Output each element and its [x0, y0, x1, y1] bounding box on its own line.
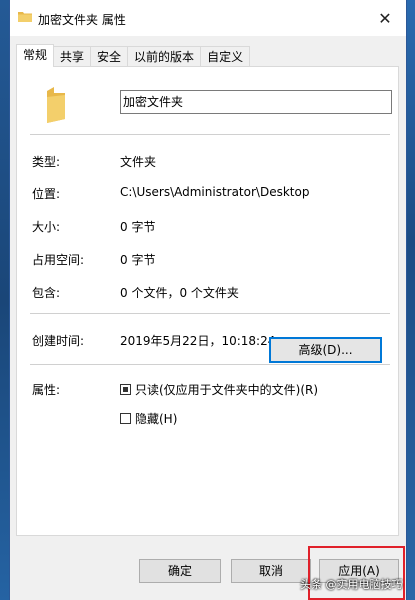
advanced-button[interactable]: 高级(D)... — [269, 337, 382, 363]
divider — [30, 134, 390, 135]
ok-button[interactable]: 确定 — [139, 559, 221, 583]
divider — [30, 313, 390, 314]
disk-size-label: 占用空间: — [32, 253, 85, 267]
location-label: 位置: — [32, 187, 61, 201]
window-title: 加密文件夹 属性 — [38, 13, 126, 27]
tab-customize[interactable]: 自定义 — [200, 46, 251, 66]
hidden-checkbox[interactable] — [120, 413, 131, 424]
close-button[interactable]: ✕ — [370, 4, 400, 32]
type-value: 文件夹 — [120, 155, 157, 169]
readonly-label[interactable]: 只读(仅应用于文件夹中的文件)(R) — [135, 381, 318, 398]
large-folder-icon — [47, 87, 65, 123]
folder-icon — [18, 12, 32, 22]
location-value: C:\Users\Administrator\Desktop — [120, 185, 310, 199]
attributes-label: 属性: — [32, 383, 61, 397]
type-label: 类型: — [32, 155, 61, 169]
tab-security[interactable]: 安全 — [90, 46, 129, 66]
watermark-text: 头条 @实用电脑技巧 — [300, 578, 403, 591]
hidden-label[interactable]: 隐藏(H) — [135, 410, 177, 427]
tab-previous-versions[interactable]: 以前的版本 — [127, 46, 202, 66]
close-icon: ✕ — [378, 8, 392, 28]
desktop-background-left — [0, 0, 9, 600]
tab-strip: 常规 共享 安全 以前的版本 自定义 — [16, 44, 251, 67]
readonly-checkbox[interactable] — [120, 384, 131, 395]
cancel-button[interactable]: 取消 — [231, 559, 311, 583]
created-label: 创建时间: — [32, 334, 85, 348]
folder-name-input[interactable]: 加密文件夹 — [120, 90, 392, 114]
tab-sharing[interactable]: 共享 — [53, 46, 92, 66]
general-panel: 加密文件夹 类型: 文件夹 位置: C:\Users\Administrator… — [16, 66, 399, 536]
contains-label: 包含: — [32, 286, 61, 300]
contains-value: 0 个文件，0 个文件夹 — [120, 286, 239, 300]
size-value: 0 字节 — [120, 220, 156, 234]
divider — [30, 364, 390, 365]
size-label: 大小: — [32, 220, 61, 234]
disk-size-value: 0 字节 — [120, 253, 156, 267]
properties-dialog: 加密文件夹 属性 ✕ 常规 共享 安全 以前的版本 自定义 加密文件夹 类型: … — [9, 0, 407, 600]
tab-general[interactable]: 常规 — [16, 44, 55, 67]
created-value: 2019年5月22日，10:18:24 — [120, 334, 276, 348]
title-bar[interactable]: 加密文件夹 属性 ✕ — [10, 0, 406, 36]
